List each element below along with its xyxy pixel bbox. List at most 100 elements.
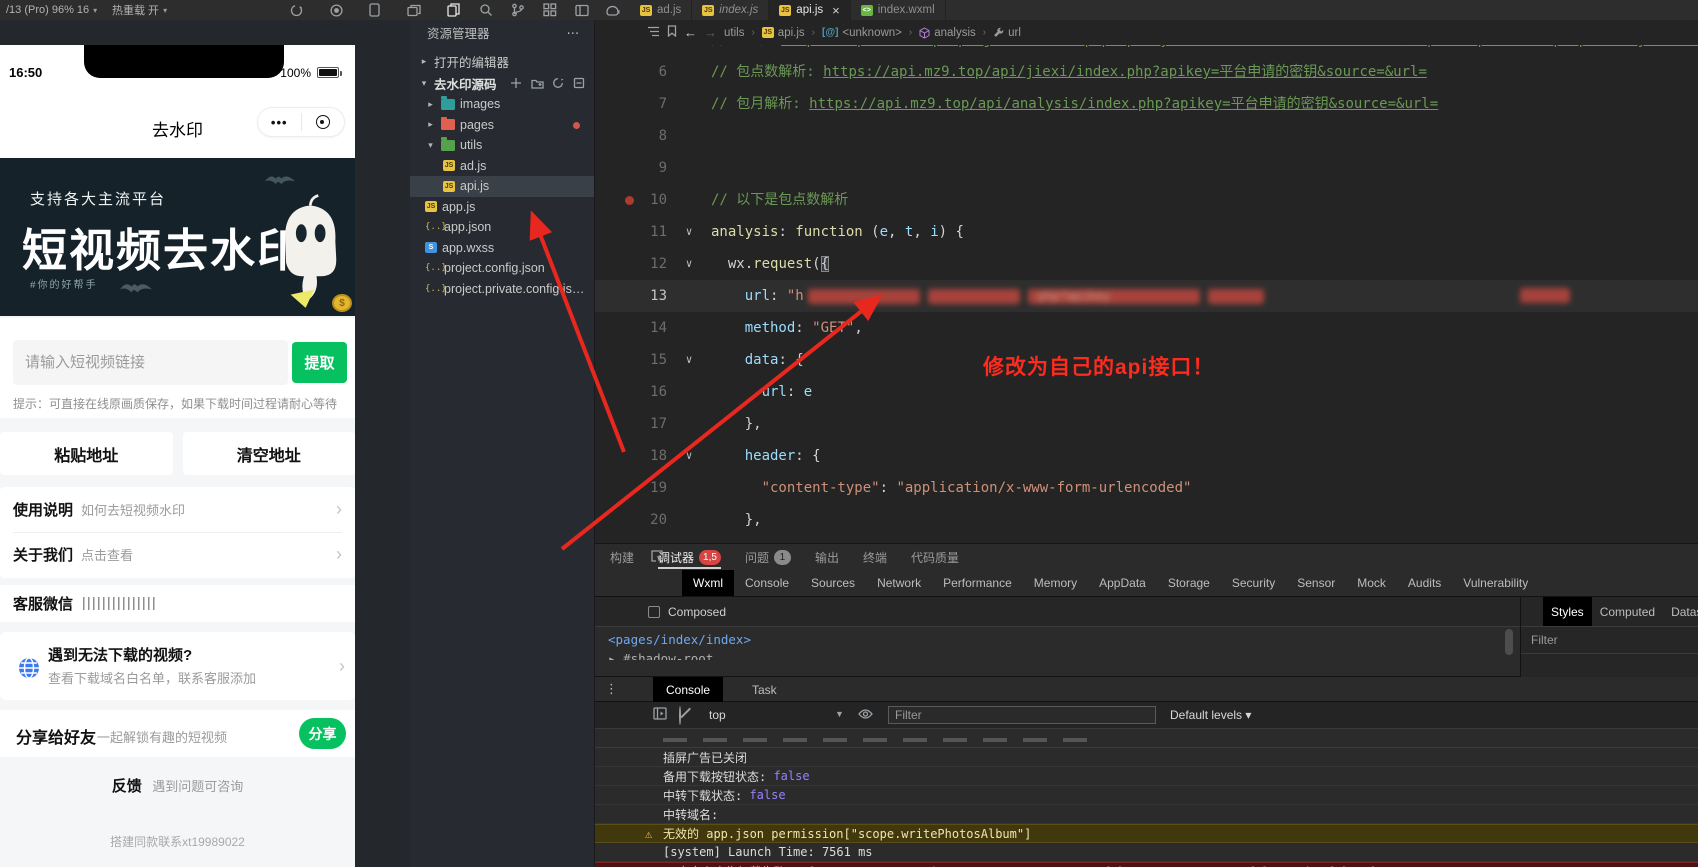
open-editors-section[interactable]: ▸ 打开的编辑器 (410, 50, 594, 72)
preview-phone-icon[interactable] (366, 2, 382, 18)
devtools-tab-sensor[interactable]: Sensor (1286, 570, 1346, 596)
code-line-12[interactable]: 12 ∨ wx.request({ (595, 248, 1698, 280)
record-icon[interactable] (328, 2, 344, 18)
devtools-tab-appdata[interactable]: AppData (1088, 570, 1157, 596)
refresh-icon[interactable] (551, 76, 565, 90)
share-button[interactable]: 分享 (299, 718, 346, 749)
code-line-8[interactable]: 8 (595, 120, 1698, 152)
help-card[interactable]: 遇到无法下载的视频? 查看下载域名白名单，联系客服添加 › (0, 632, 355, 700)
devtools-tab-storage[interactable]: Storage (1157, 570, 1221, 596)
tree-item-project-config-json[interactable]: {..} project.config.json (410, 258, 594, 279)
scrollbar-thumb[interactable] (1505, 629, 1513, 655)
console-row-log[interactable]: [system] Launch Time: 7561 ms (595, 843, 1698, 862)
editor-tab[interactable]: JS ad.js (630, 0, 693, 20)
bookmark-icon[interactable] (667, 25, 677, 40)
extract-button[interactable]: 提取 (292, 342, 347, 383)
search-icon[interactable] (478, 2, 494, 18)
breadcrumb-item[interactable]: analysis (919, 27, 976, 39)
panel-tab-调试器[interactable]: 调试器 1,5 (658, 544, 721, 570)
wxml-root-node[interactable]: <pages/index/index> (608, 632, 751, 647)
context-selector[interactable]: top (709, 708, 726, 722)
code-line-17[interactable]: 17 }, (595, 408, 1698, 440)
code-line-18[interactable]: 18 ∨ header: { (595, 440, 1698, 472)
console-row-log[interactable]: 中转域名: (595, 805, 1698, 824)
editor-tab[interactable]: JS api.js × (769, 0, 851, 20)
multi-window-icon[interactable] (406, 2, 422, 18)
explorer-activity-icon[interactable] (446, 2, 462, 18)
console-log[interactable]: 插屏广告已关闭 备用下载按钮状态: false 中转下载状态: false 中转域名:… (595, 729, 1698, 867)
capsule-button[interactable]: ••• (257, 107, 345, 137)
tree-item-app-js[interactable]: JS app.js (410, 197, 594, 218)
code-line-9[interactable]: 9 (595, 152, 1698, 184)
code-line-20[interactable]: 20 }, (595, 504, 1698, 536)
tree-item-ad-js[interactable]: JS ad.js (410, 156, 594, 177)
code-line-19[interactable]: 19 "content-type": "application/x-www-fo… (595, 472, 1698, 504)
devtools-tab-memory[interactable]: Memory (1023, 570, 1088, 596)
more-actions-icon[interactable]: ⋯ (567, 25, 581, 40)
breadcrumb-item[interactable]: url (993, 27, 1021, 39)
inspect-element-icon[interactable] (650, 549, 665, 569)
console-tab-console[interactable]: Console (653, 677, 724, 702)
editor-tab[interactable]: JS index.js (692, 0, 770, 20)
composed-checkbox[interactable] (648, 605, 660, 618)
code-line-6[interactable]: 6 // 包点数解析: https://api.mz9.top/api/jiexi… (595, 56, 1698, 88)
device-selector[interactable]: /13 (Pro) 96% 16 ▾ (6, 0, 97, 20)
close-target-icon[interactable] (302, 115, 345, 129)
extensions-grid-icon[interactable] (542, 2, 558, 18)
console-row-log[interactable]: 中转下载状态: false (595, 786, 1698, 805)
breadcrumb-item[interactable]: [@] <unknown> (822, 27, 902, 39)
tree-item-pages[interactable]: ▸ pages (410, 115, 594, 136)
menu-item-usage[interactable]: 使用说明 如何去短视频水印 › (0, 487, 355, 532)
devtools-tab-security[interactable]: Security (1221, 570, 1286, 596)
tree-item-utils[interactable]: ▾ utils (410, 135, 594, 156)
hot-reload-toggle[interactable]: 热重载 开 ▾ (112, 0, 167, 20)
inspector-tab-datas[interactable]: Datas (1663, 597, 1698, 626)
devtools-tab-performance[interactable]: Performance (932, 570, 1023, 596)
panel-tab-构建[interactable]: 构建 (610, 544, 634, 570)
inspector-tab-styles[interactable]: Styles (1543, 597, 1592, 626)
devtools-tab-console[interactable]: Console (734, 570, 800, 596)
devtools-tab-mock[interactable]: Mock (1346, 570, 1397, 596)
fold-chevron[interactable]: ∨ (667, 216, 711, 248)
close-icon[interactable]: × (832, 3, 840, 18)
git-branch-icon[interactable] (510, 2, 526, 18)
video-link-input[interactable] (13, 340, 288, 385)
back-arrow-icon[interactable]: ← (684, 25, 697, 40)
code-editor[interactable]: // 解析: https://api.mz9.top/api/jiexi/ind… (595, 45, 1698, 543)
devtools-tab-vulnerability[interactable]: Vulnerability (1452, 570, 1539, 596)
code-line-11[interactable]: 11 ∨ analysis: function (e, t, i) { (595, 216, 1698, 248)
devtools-tab-wxml[interactable]: Wxml (682, 570, 734, 596)
tree-item-api-js[interactable]: JS api.js (410, 176, 594, 197)
panel-tab-代码质量[interactable]: 代码质量 (911, 544, 959, 570)
code-line-13[interactable]: 13 url: "h php?apikey (595, 280, 1698, 312)
paste-address-button[interactable]: 粘贴地址 (0, 432, 173, 475)
clear-console-icon[interactable] (679, 706, 681, 725)
console-row-warn[interactable]: ⚠ 无效的 app.json permission["scope.writePho… (595, 824, 1698, 843)
devtools-tab-sources[interactable]: Sources (800, 570, 866, 596)
panel-tab-问题[interactable]: 问题 1 (745, 544, 791, 570)
feedback-row[interactable]: 反馈 遇到问题可咨询 (0, 775, 355, 796)
inspector-tab-computed[interactable]: Computed (1592, 597, 1663, 626)
code-line-7[interactable]: 7 // 包月解析: https://api.mz9.top/api/analys… (595, 88, 1698, 120)
fold-chevron[interactable]: ∨ (667, 344, 711, 376)
editor-tab[interactable]: <> index.wxml (850, 0, 946, 20)
wxml-tree[interactable]: <pages/index/index> ▸ #shadow-root (595, 627, 1520, 677)
code-line-14[interactable]: 14 method: "GET", (595, 312, 1698, 344)
eye-icon[interactable] (858, 707, 873, 725)
tree-item-images[interactable]: ▸ images (410, 94, 594, 115)
panel-tab-输出[interactable]: 输出 (815, 544, 839, 570)
console-row-log[interactable]: 插屏广告已关闭 (595, 748, 1698, 767)
devtools-tab-audits[interactable]: Audits (1397, 570, 1452, 596)
breadcrumb-item[interactable]: utils (724, 27, 744, 39)
console-tab-task[interactable]: Task (739, 677, 790, 702)
window-layout-icon[interactable] (574, 2, 590, 18)
console-filter-input[interactable] (888, 706, 1156, 724)
panel-tab-终端[interactable]: 终端 (863, 544, 887, 570)
tree-item-app-wxss[interactable]: Sapp.wxss (410, 238, 594, 259)
styles-filter[interactable]: Filter (1521, 627, 1698, 654)
console-sidebar-icon[interactable] (653, 707, 667, 725)
devtools-tab-network[interactable]: Network (866, 570, 932, 596)
console-row-log[interactable]: 备用下载按钮状态: false (595, 767, 1698, 786)
compile-refresh-icon[interactable] (288, 2, 304, 18)
kebab-menu-icon[interactable]: ⋮ (605, 681, 618, 697)
